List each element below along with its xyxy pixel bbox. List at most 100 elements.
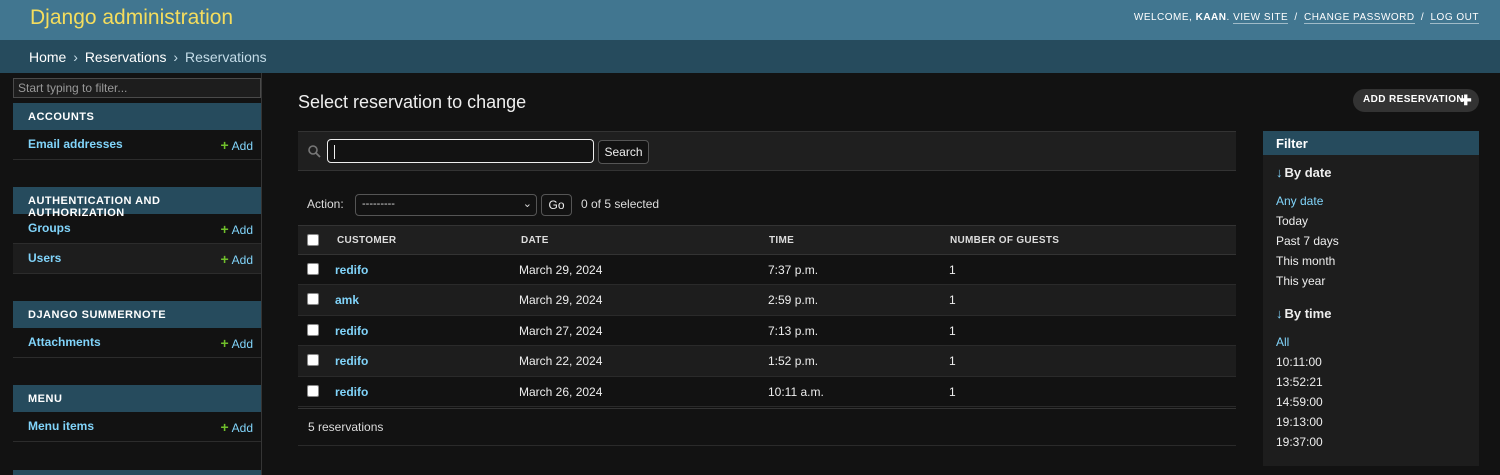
customer-link[interactable]: redifo bbox=[335, 385, 368, 399]
cell-time: 2:59 p.m. bbox=[768, 293, 819, 308]
filter-option-time[interactable]: 14:59:00 bbox=[1276, 392, 1331, 412]
model-link[interactable]: Email addresses bbox=[28, 137, 123, 151]
breadcrumb-app[interactable]: Reservations bbox=[85, 49, 167, 65]
cell-guests: 1 bbox=[949, 384, 956, 399]
go-button[interactable]: Go bbox=[541, 194, 572, 216]
filter-option-today[interactable]: Today bbox=[1276, 211, 1339, 231]
add-link[interactable]: + Add bbox=[220, 419, 253, 435]
filter-option-past-7-days[interactable]: Past 7 days bbox=[1276, 231, 1339, 251]
module-menu: Menu Menu items + Add bbox=[13, 385, 261, 442]
column-customer[interactable]: Customer bbox=[337, 235, 396, 246]
filter-title[interactable]: ↓ By time bbox=[1276, 306, 1331, 326]
filter-heading: Filter bbox=[1263, 131, 1479, 155]
site-branding[interactable]: Django administration bbox=[30, 6, 233, 30]
customer-link[interactable]: redifo bbox=[335, 354, 368, 368]
log-out-link[interactable]: Log out bbox=[1430, 12, 1479, 24]
filter-option-all[interactable]: All bbox=[1276, 332, 1331, 352]
action-selected-value: --------- bbox=[362, 198, 395, 210]
filter-option-any-date[interactable]: Any date bbox=[1276, 191, 1339, 211]
filter-title-label: By time bbox=[1284, 306, 1332, 321]
row-checkbox[interactable] bbox=[307, 354, 319, 367]
view-site-link[interactable]: View site bbox=[1233, 12, 1289, 24]
customer-link[interactable]: amk bbox=[335, 293, 359, 307]
filter-title[interactable]: ↓ By date bbox=[1276, 165, 1339, 185]
changelist-filter: Filter ↓ By date Any date Today Past 7 da… bbox=[1263, 131, 1479, 466]
cell-date: March 29, 2024 bbox=[519, 293, 603, 308]
select-all-checkbox[interactable] bbox=[307, 234, 319, 246]
filter-title-label: By date bbox=[1284, 165, 1332, 180]
breadcrumb-home[interactable]: Home bbox=[29, 49, 66, 65]
breadcrumb-separator: › bbox=[173, 49, 179, 65]
breadcrumb-separator: › bbox=[73, 49, 78, 65]
cell-guests: 1 bbox=[949, 354, 956, 369]
separator: / bbox=[1294, 12, 1298, 23]
table-row: redifo March 26, 2024 10:11 a.m. 1 bbox=[298, 377, 1236, 407]
column-time[interactable]: Time bbox=[769, 235, 794, 246]
arrow-down-icon: ↓ bbox=[1276, 306, 1283, 321]
filter-by-time: ↓ By time All 10:11:00 13:52:21 14:59:00 … bbox=[1276, 306, 1331, 452]
table-row: redifo March 29, 2024 7:37 p.m. 1 bbox=[298, 255, 1236, 286]
filter-option-time[interactable]: 13:52:21 bbox=[1276, 372, 1331, 392]
row-checkbox[interactable] bbox=[307, 293, 319, 306]
column-date[interactable]: Date bbox=[521, 235, 549, 246]
search-button[interactable]: Search bbox=[598, 140, 649, 164]
cell-date: March 26, 2024 bbox=[519, 384, 603, 399]
search-toolbar: Search bbox=[298, 131, 1236, 171]
plus-icon: ✚ bbox=[1459, 92, 1472, 108]
row-checkbox[interactable] bbox=[307, 384, 319, 397]
add-link[interactable]: + Add bbox=[220, 221, 253, 237]
add-reservation-button[interactable]: Add reservation ✚ bbox=[1353, 89, 1479, 112]
row-checkbox[interactable] bbox=[307, 263, 319, 275]
module-caption[interactable]: Accounts bbox=[13, 103, 261, 130]
filter-option-this-year[interactable]: This year bbox=[1276, 271, 1339, 291]
welcome-text: Welcome, bbox=[1133, 12, 1193, 23]
add-link[interactable]: + Add bbox=[220, 251, 253, 267]
add-link[interactable]: + Add bbox=[220, 335, 253, 351]
model-link[interactable]: Menu items bbox=[28, 419, 94, 433]
cell-date: March 27, 2024 bbox=[519, 323, 603, 338]
customer-link[interactable]: redifo bbox=[335, 263, 368, 277]
cell-date: March 22, 2024 bbox=[519, 354, 603, 369]
separator: / bbox=[1420, 12, 1425, 23]
module-caption[interactable]: Django Summernote bbox=[13, 301, 261, 328]
username: kaan bbox=[1195, 12, 1227, 23]
plus-icon: + bbox=[220, 419, 229, 435]
action-select[interactable]: --------- ⌄ bbox=[355, 194, 537, 216]
column-number-of-guests[interactable]: Number of guests bbox=[950, 235, 1059, 246]
row-checkbox[interactable] bbox=[307, 323, 319, 336]
cell-time: 7:37 p.m. bbox=[768, 263, 819, 277]
customer-link[interactable]: redifo bbox=[335, 324, 368, 338]
filter-option-time[interactable]: 19:37:00 bbox=[1276, 432, 1331, 452]
sidebar-item-groups: Groups + Add bbox=[13, 214, 261, 244]
model-link[interactable]: Groups bbox=[28, 221, 71, 235]
breadcrumb-current: Reservations bbox=[184, 49, 267, 65]
module-caption[interactable]: Authentication and Authorization bbox=[13, 187, 261, 219]
filter-option-time[interactable]: 10:11:00 bbox=[1276, 352, 1331, 372]
cell-guests: 1 bbox=[949, 323, 956, 338]
chevron-down-icon: ⌄ bbox=[522, 198, 532, 210]
add-reservation-label: Add reservation bbox=[1363, 94, 1465, 105]
nav-sidebar: Start typing to filter... Accounts Email… bbox=[0, 73, 262, 475]
add-label: Add bbox=[231, 421, 253, 435]
model-link[interactable]: Users bbox=[28, 251, 61, 265]
module-caption[interactable]: Menu bbox=[13, 385, 261, 412]
add-label: Add bbox=[231, 223, 253, 237]
table-header: Customer Date Time Number of guests bbox=[298, 225, 1236, 255]
model-link[interactable]: Attachments bbox=[28, 335, 101, 349]
page-title: Select reservation to change bbox=[298, 92, 527, 112]
search-input[interactable] bbox=[327, 139, 594, 163]
nav-filter-input[interactable]: Start typing to filter... bbox=[13, 78, 261, 98]
actions-bar: Action: --------- ⌄ Go 0 of 5 selected bbox=[298, 192, 1236, 218]
cell-date: March 29, 2024 bbox=[519, 263, 603, 277]
table-row: redifo March 22, 2024 1:52 p.m. 1 bbox=[298, 346, 1236, 377]
filter-option-this-month[interactable]: This month bbox=[1276, 251, 1339, 271]
module-caption-partial bbox=[13, 470, 261, 475]
module-accounts: Accounts Email addresses + Add bbox=[13, 103, 261, 160]
paginator: 5 reservations bbox=[298, 408, 1236, 446]
add-link[interactable]: + Add bbox=[220, 137, 253, 153]
table-row: amk March 29, 2024 2:59 p.m. 1 bbox=[298, 285, 1236, 316]
change-password-link[interactable]: Change password bbox=[1303, 12, 1415, 24]
cell-guests: 1 bbox=[949, 263, 956, 277]
table-row: redifo March 27, 2024 7:13 p.m. 1 bbox=[298, 316, 1236, 347]
filter-option-time[interactable]: 19:13:00 bbox=[1276, 412, 1331, 432]
